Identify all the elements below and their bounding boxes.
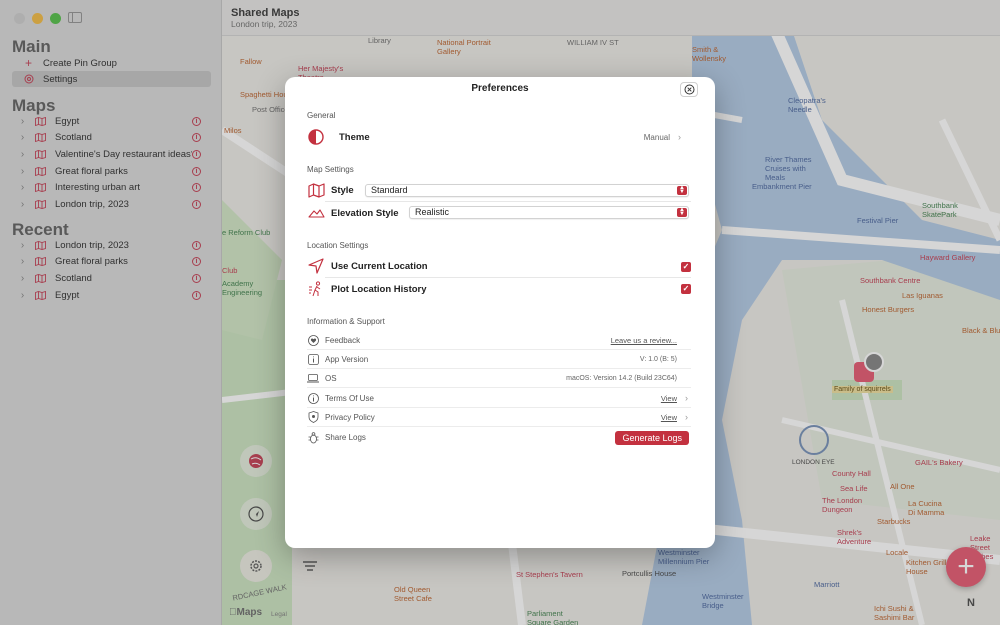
app-version-row: App Version V: 1.0 (B: 5) bbox=[307, 350, 691, 369]
group-title-information: Information & Support bbox=[307, 317, 385, 326]
mountain-icon bbox=[307, 204, 325, 222]
elevation-label: Elevation Style bbox=[331, 207, 399, 219]
app-version-label: App Version bbox=[325, 354, 369, 364]
location-arrow-icon bbox=[307, 257, 325, 275]
elevation-select-value: Realistic bbox=[415, 207, 450, 217]
os-row: OS macOS: Version 14.2 (Build 23C64) bbox=[307, 369, 691, 388]
group-title-location-settings: Location Settings bbox=[307, 241, 369, 250]
terms-row[interactable]: Terms Of Use View › bbox=[307, 389, 691, 408]
bug-icon bbox=[307, 431, 319, 444]
walking-person-icon bbox=[307, 280, 325, 298]
divider bbox=[325, 277, 691, 278]
chevron-right-icon: › bbox=[678, 132, 681, 142]
privacy-label: Privacy Policy bbox=[325, 412, 375, 422]
shield-icon bbox=[307, 411, 319, 423]
feedback-label: Feedback bbox=[325, 335, 361, 345]
plot-history-checkbox[interactable]: ✓ bbox=[681, 284, 691, 294]
app-version-value: V: 1.0 (B: 5) bbox=[639, 355, 677, 363]
close-dialog-button[interactable] bbox=[680, 82, 698, 97]
info-circle-icon bbox=[307, 392, 319, 404]
share-logs-row: Share Logs Generate Logs bbox=[307, 428, 691, 447]
generate-logs-button[interactable]: Generate Logs bbox=[615, 430, 689, 445]
terms-label: Terms Of Use bbox=[325, 393, 374, 403]
os-value: macOS: Version 14.2 (Build 23C64) bbox=[566, 374, 677, 382]
theme-value: Manual bbox=[643, 132, 670, 142]
leave-review-link[interactable]: Leave us a review... bbox=[611, 336, 677, 345]
theme-icon bbox=[307, 128, 325, 146]
theme-row[interactable]: Theme Manual › bbox=[307, 128, 691, 146]
privacy-row[interactable]: Privacy Policy View › bbox=[307, 408, 691, 427]
close-icon bbox=[684, 84, 694, 95]
terms-view-link[interactable]: View bbox=[661, 394, 677, 403]
group-title-general: General bbox=[307, 111, 336, 120]
style-select-value: Standard bbox=[371, 185, 408, 195]
chevron-up-down-icon: ▲ ▼ bbox=[677, 185, 687, 195]
laptop-icon bbox=[307, 372, 319, 384]
use-location-row: Use Current Location bbox=[307, 257, 691, 275]
style-select[interactable]: Standard ▲ ▼ bbox=[365, 184, 689, 197]
share-logs-label: Share Logs bbox=[325, 433, 366, 442]
chevron-up-down-icon: ▲ ▼ bbox=[677, 207, 687, 217]
style-label: Style bbox=[331, 184, 354, 196]
plot-history-label: Plot Location History bbox=[331, 283, 427, 295]
map-icon bbox=[307, 181, 325, 199]
plot-history-row: Plot Location History bbox=[307, 280, 691, 298]
feedback-row: Feedback Leave us a review... bbox=[307, 331, 691, 350]
heart-icon bbox=[307, 334, 319, 346]
use-location-checkbox[interactable]: ✓ bbox=[681, 262, 691, 272]
privacy-view-link[interactable]: View bbox=[661, 413, 677, 422]
dialog-title: Preferences bbox=[471, 83, 529, 94]
chevron-right-icon: › bbox=[685, 393, 688, 403]
chevron-right-icon: › bbox=[685, 412, 688, 422]
info-icon bbox=[307, 353, 319, 365]
use-location-label: Use Current Location bbox=[331, 260, 428, 272]
divider bbox=[325, 201, 691, 202]
theme-label: Theme bbox=[339, 131, 370, 143]
os-label: OS bbox=[325, 373, 337, 383]
elevation-select[interactable]: Realistic ▲ ▼ bbox=[409, 206, 689, 219]
preferences-dialog: Preferences General Theme Manual › Map S… bbox=[285, 77, 715, 548]
group-title-map-settings: Map Settings bbox=[307, 165, 354, 174]
